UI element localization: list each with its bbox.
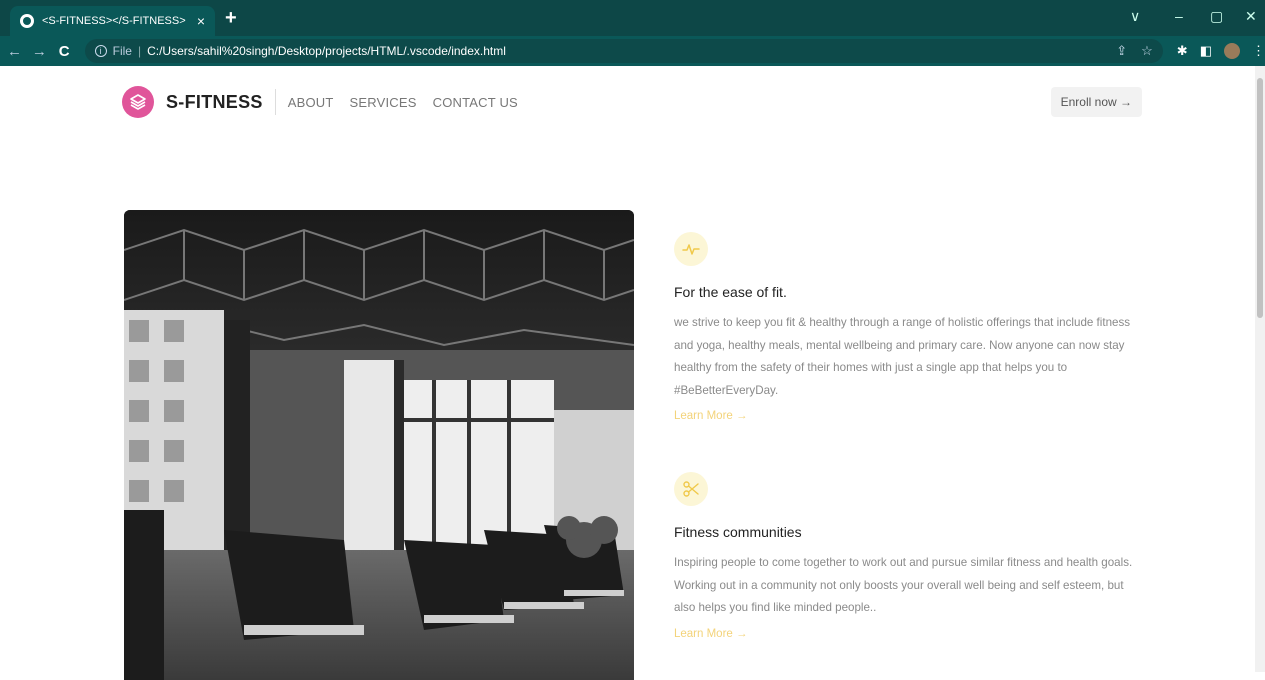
feature-title: For the ease of fit. [674, 284, 787, 300]
scrollbar-thumb[interactable] [1257, 78, 1263, 318]
forward-icon[interactable]: → [29, 43, 50, 60]
nav-contact-us[interactable]: CONTACT US [433, 95, 518, 110]
url-scheme: File [112, 44, 132, 58]
learn-more-link[interactable]: Learn More → [674, 410, 748, 422]
url-separator: | [137, 44, 142, 58]
side-panel-icon[interactable]: ◧ [1200, 43, 1212, 59]
enroll-now-button[interactable]: Enroll now → [1050, 87, 1142, 117]
tab-search-icon[interactable]: ∨ [1130, 8, 1140, 25]
globe-icon [20, 14, 34, 28]
header-divider [274, 89, 276, 115]
logo-icon[interactable] [122, 86, 154, 118]
tab-close-button[interactable]: × [197, 13, 205, 29]
page-scrollbar[interactable] [1255, 66, 1265, 672]
brand-name[interactable]: S-FITNESS [166, 92, 263, 113]
tab-title: <S-FITNESS></S-FITNESS> [42, 15, 186, 27]
feature-description: we strive to keep you fit & healthy thro… [674, 316, 1131, 397]
gym-photo [124, 210, 634, 680]
scissors-icon [674, 472, 708, 506]
page-viewport: S-FITNESS ABOUT SERVICES CONTACT US Enro… [0, 66, 1255, 680]
bookmark-star-icon[interactable]: ☆ [1141, 43, 1153, 59]
learn-more-link[interactable]: Learn More → [674, 628, 748, 640]
close-window-button[interactable]: ✕ [1245, 8, 1257, 25]
feature-fitness-communities: Fitness communities Inspiring people to … [674, 472, 1134, 642]
maximize-button[interactable]: ▢ [1210, 8, 1223, 25]
nav-about[interactable]: ABOUT [288, 95, 334, 110]
share-icon[interactable]: ⇪ [1116, 43, 1127, 59]
site-header: S-FITNESS ABOUT SERVICES CONTACT US Enro… [122, 86, 1142, 118]
menu-icon[interactable]: ⋮ [1252, 43, 1265, 59]
feature-title: Fitness communities [674, 524, 802, 540]
pulse-icon [674, 232, 708, 266]
feature-description: Inspiring people to come together to wor… [674, 556, 1133, 614]
profile-avatar[interactable] [1223, 43, 1240, 59]
browser-tab-bar: <S-FITNESS></S-FITNESS> × + ∨ – ▢ ✕ [0, 0, 1265, 36]
new-tab-button[interactable]: + [225, 8, 237, 28]
extensions-icon[interactable]: ✱ [1177, 43, 1188, 59]
browser-toolbar: ← → C i File | C:/Users/sahil%20singh/De… [0, 36, 1265, 66]
url-text[interactable]: C:/Users/sahil%20singh/Desktop/projects/… [147, 44, 506, 58]
reload-icon[interactable]: C [54, 43, 75, 60]
minimize-button[interactable]: – [1175, 8, 1183, 24]
address-bar[interactable]: i File | C:/Users/sahil%20singh/Desktop/… [84, 39, 1163, 63]
info-icon[interactable]: i [94, 45, 107, 57]
back-icon[interactable]: ← [4, 43, 25, 60]
browser-tab[interactable]: <S-FITNESS></S-FITNESS> × [10, 6, 215, 36]
nav-services[interactable]: SERVICES [350, 95, 417, 110]
feature-ease-of-fit: For the ease of fit. we strive to keep y… [674, 232, 1134, 424]
